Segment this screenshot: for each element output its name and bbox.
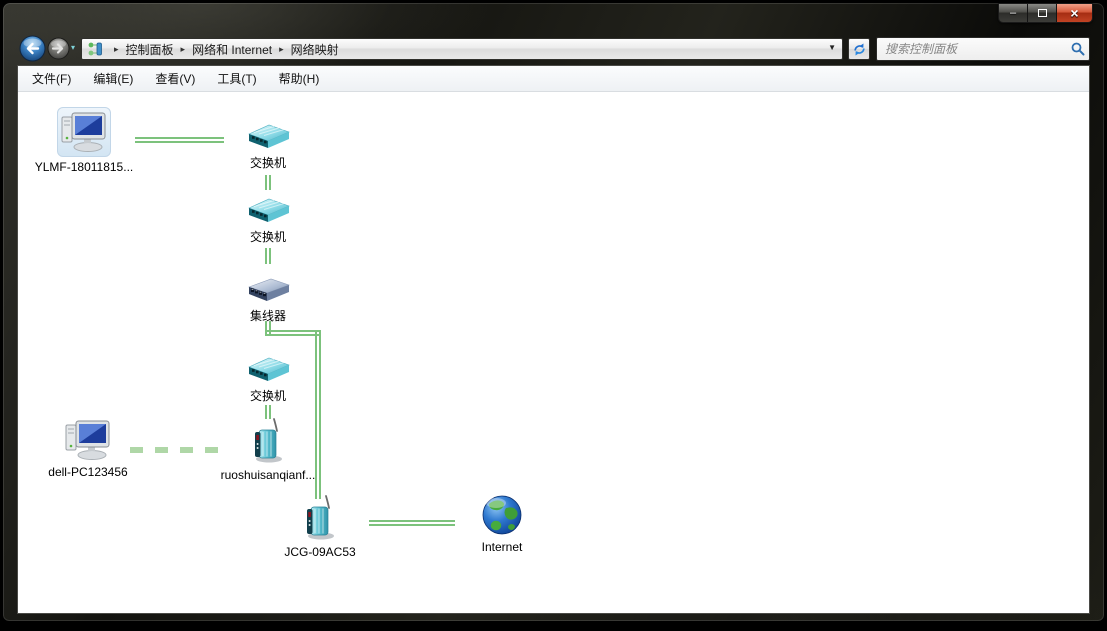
minimize-button[interactable]: – xyxy=(999,4,1028,22)
breadcrumb-separator-icon: ▸ xyxy=(279,43,284,54)
node-label: 集线器 xyxy=(249,309,286,323)
breadcrumb-separator-icon: ▸ xyxy=(180,43,186,54)
breadcrumb-item-control-panel[interactable]: 控制面板 xyxy=(126,41,174,58)
network-link xyxy=(265,330,321,336)
maximize-icon xyxy=(1037,9,1047,17)
node-wireless-ap[interactable]: ruoshuisanqianf... xyxy=(203,417,333,482)
address-bar: ▾ ▸ 控制面板 ▸ 网络和 Internet ▸ 网络映射 ▼ xyxy=(3,33,1104,65)
forward-icon xyxy=(47,37,70,60)
menu-help[interactable]: 帮助(H) xyxy=(279,70,320,87)
network-link xyxy=(265,175,271,190)
node-label: ruoshuisanqianf... xyxy=(220,468,316,482)
recent-pages-chevron[interactable]: ▾ xyxy=(71,43,75,52)
node-label: Internet xyxy=(481,540,523,554)
refresh-icon xyxy=(853,43,865,55)
node-label: 交换机 xyxy=(249,230,286,244)
node-switch-2[interactable]: 交换机 xyxy=(203,196,333,245)
close-icon: × xyxy=(1070,5,1079,21)
node-internet[interactable]: Internet xyxy=(437,494,567,554)
internet-globe-icon xyxy=(482,495,522,535)
close-button[interactable]: × xyxy=(1057,4,1092,22)
network-map-icon xyxy=(88,42,102,56)
node-label: 交换机 xyxy=(249,389,286,403)
node-label: dell-PC123456 xyxy=(48,465,128,479)
window-client-area: 文件(F) 编辑(E) 查看(V) 工具(T) 帮助(H) YLMF-18011… xyxy=(17,65,1090,614)
node-gateway-router[interactable]: JCG-09AC53 xyxy=(255,494,385,559)
search-box xyxy=(876,37,1090,61)
computer-icon xyxy=(61,112,106,152)
wireless-router-icon xyxy=(307,495,334,540)
wireless-router-icon xyxy=(255,418,282,463)
breadcrumb-item-network-internet[interactable]: 网络和 Internet xyxy=(192,41,272,58)
node-switch-1[interactable]: 交换机 xyxy=(203,122,333,171)
network-map-canvas: YLMF-18011815... 交换机 交换机 集线器 交换机 dell-PC… xyxy=(18,92,1089,613)
dropdown-arrow-icon: ▼ xyxy=(828,43,836,52)
switch-icon xyxy=(248,198,290,222)
breadcrumb[interactable]: ▸ 控制面板 ▸ 网络和 Internet ▸ 网络映射 ▼ xyxy=(81,38,843,60)
minimize-icon: – xyxy=(1009,6,1017,19)
search-button[interactable] xyxy=(1067,42,1089,56)
node-label: YLMF-18011815... xyxy=(34,160,134,174)
computer-icon xyxy=(65,420,110,460)
menu-bar: 文件(F) 编辑(E) 查看(V) 工具(T) 帮助(H) xyxy=(18,66,1089,92)
back-button[interactable] xyxy=(19,35,46,67)
node-hub[interactable]: 集线器 xyxy=(203,277,333,324)
node-local-computer[interactable]: YLMF-18011815... xyxy=(19,107,149,174)
forward-button[interactable] xyxy=(47,37,70,65)
highlight-tile xyxy=(57,107,111,157)
node-label: 交换机 xyxy=(249,156,286,170)
chevron-down-icon: ▾ xyxy=(71,43,76,52)
window-controls: – × xyxy=(998,3,1093,23)
menu-view[interactable]: 查看(V) xyxy=(155,70,195,87)
node-remote-computer[interactable]: dell-PC123456 xyxy=(23,418,153,479)
switch-icon xyxy=(248,124,290,148)
menu-tools[interactable]: 工具(T) xyxy=(217,70,256,87)
network-link xyxy=(265,248,271,264)
back-icon xyxy=(19,35,46,62)
breadcrumb-separator-icon: ▸ xyxy=(114,43,119,54)
maximize-button[interactable] xyxy=(1028,4,1057,22)
refresh-button[interactable] xyxy=(848,38,870,60)
menu-edit[interactable]: 编辑(E) xyxy=(93,70,133,87)
address-dropdown-button[interactable]: ▼ xyxy=(828,43,836,52)
node-switch-3[interactable]: 交换机 xyxy=(203,355,333,404)
explorer-window: – × ▾ ▸ 控制面板 ▸ 网络和 Internet ▸ 网络映射 ▼ 搜索控… xyxy=(2,2,1105,622)
hub-icon xyxy=(248,278,290,301)
node-label: JCG-09AC53 xyxy=(284,545,356,559)
breadcrumb-item-network-map[interactable]: 网络映射 xyxy=(291,41,339,58)
search-input[interactable] xyxy=(877,42,1067,56)
search-icon xyxy=(1071,42,1085,56)
menu-file[interactable]: 文件(F) xyxy=(32,70,71,87)
switch-icon xyxy=(248,357,290,381)
title-bar[interactable]: – × xyxy=(3,3,1104,33)
